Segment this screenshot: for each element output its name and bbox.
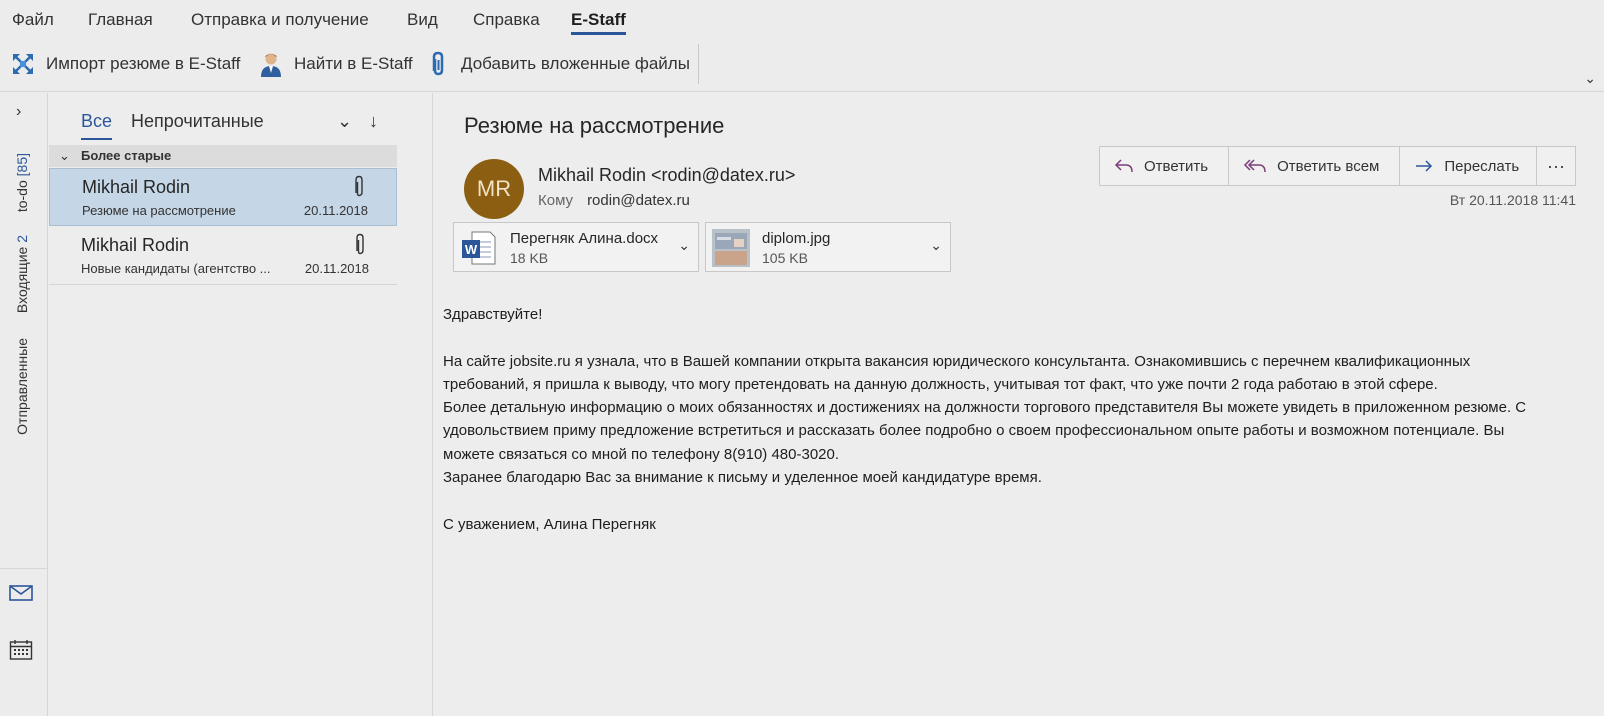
attachment-size: 105 KB [762,250,808,266]
calendar-icon[interactable] [9,639,33,666]
expand-folders-icon[interactable]: › [16,103,21,121]
message-sender: Mikhail Rodin [81,235,190,255]
reply-all-button[interactable]: Ответить всем [1229,147,1401,185]
import-icon [10,51,36,77]
message-actions: Ответить Ответить всем Переслать [1099,146,1541,186]
body-paragraph: Заранее благодарю Вас за внимание к пись… [443,469,1042,487]
ribbon-separator [698,44,699,84]
filter-all-tab[interactable]: Все [81,111,113,140]
tab-send-receive[interactable]: Отправка и получение [191,10,369,30]
group-header-older[interactable]: ⌄ Более старые [49,145,397,167]
to-label: Кому [538,192,574,209]
message-subject: Новые кандидаты (агентство ... [81,261,271,276]
folder-sent-label: Отправленные [14,338,30,435]
collapse-group-icon: ⌄ [59,148,70,163]
attachment-name: Перегняк Алина.docx [510,230,659,247]
folder-inbox-count: 2 [14,235,30,243]
tab-estaff[interactable]: E-Staff [571,10,626,35]
folder-inbox[interactable]: Входящие 2 [14,235,30,313]
folder-todo[interactable]: to-do [85] [14,153,30,212]
add-attachments-button[interactable]: Добавить вложенные файлы [425,48,690,80]
list-divider [49,284,397,285]
forward-label: Переслать [1444,157,1520,175]
filter-unread-tab[interactable]: Непрочитанные [131,111,264,132]
message-list-item[interactable]: Mikhail Rodin Резюме на рассмотрение 20.… [49,168,397,226]
reading-pane: Резюме на рассмотрение MR Mikhail Rodin … [434,93,1604,716]
tab-help[interactable]: Справка [473,10,540,30]
reply-all-label: Ответить всем [1277,157,1380,175]
folder-inbox-label: Входящие [14,246,30,314]
attachment-icon [356,233,364,255]
recipient-address[interactable]: rodin@datex.ru [587,192,690,209]
attachment-menu-icon[interactable]: ⌄ [678,237,690,254]
attachment-menu-icon[interactable]: ⌄ [930,237,942,254]
message-body[interactable]: Здравствуйте! На сайте jobsite.ru я узна… [443,303,1553,536]
person-icon [258,51,284,77]
recipient-line: Кому rodin@datex.ru [538,192,690,209]
image-thumbnail [712,229,750,267]
folder-todo-label: to-do [14,180,30,213]
sender-name[interactable]: Mikhail Rodin <rodin@datex.ru> [538,165,795,186]
filter-dropdown-icon[interactable]: ⌄ [337,111,352,132]
ribbon-collapse-icon[interactable]: ⌄ [1584,70,1596,87]
more-actions-button[interactable]: ··· [1536,146,1576,186]
attachment-name: diplom.jpg [762,230,831,247]
tab-file[interactable]: Файл [12,10,54,30]
group-header-label: Более старые [81,148,172,163]
reply-icon [1114,159,1133,173]
attachment-size: 18 KB [510,250,549,266]
attachment-card[interactable]: W Перегняк Алина.docx 18 KB ⌄ [453,222,699,272]
folder-rail: › to-do [85] Входящие 2 Отправленные [0,93,48,716]
message-date: 20.11.2018 [304,261,369,276]
ribbon-toolbar: Импорт резюме в E-Staff Найти в E-Staff … [0,40,1604,92]
tab-home[interactable]: Главная [88,10,153,30]
word-doc-icon: W [462,231,496,265]
forward-button[interactable]: Переслать [1400,147,1539,185]
body-greeting: Здравствуйте! [443,306,543,323]
import-resume-label: Импорт резюме в E-Staff [46,54,241,73]
reply-button[interactable]: Ответить [1100,147,1230,185]
paperclip-icon [425,51,451,77]
sort-order-icon[interactable]: ↓ [369,111,378,132]
mail-icon[interactable] [9,583,33,608]
import-resume-button[interactable]: Импорт резюме в E-Staff [10,48,240,80]
attachment-card[interactable]: diplom.jpg 105 KB ⌄ [705,222,951,272]
body-paragraph: На сайте jobsite.ru я узнала, что в Ваше… [443,352,1471,393]
folder-sent[interactable]: Отправленные [14,338,30,435]
message-list-pane: Все Непрочитанные ⌄ ↓ ⌄ Более старые Mik… [49,93,433,716]
message-subject: Резюме на рассмотрение [82,203,236,218]
add-attachments-label: Добавить вложенные файлы [461,54,690,73]
message-date: 20.11.2018 [303,203,368,218]
ribbon-tabs: Файл Главная Отправка и получение Вид Сп… [0,0,1604,40]
reply-label: Ответить [1144,157,1209,175]
reply-all-icon [1244,159,1266,173]
message-datetime: Вт 20.11.2018 11:41 [1449,192,1576,208]
message-subject-heading: Резюме на рассмотрение [464,113,725,138]
folder-todo-count: [85] [14,153,30,177]
find-in-estaff-button[interactable]: Найти в E-Staff [258,48,413,80]
avatar[interactable]: MR [464,159,524,219]
body-signature: С уважением, Алина Перегняк [443,515,656,533]
message-sender: Mikhail Rodin [82,177,191,197]
body-paragraph: Более детальную информацию о моих обязан… [443,399,1527,463]
attachment-icon [355,175,363,197]
tab-view[interactable]: Вид [407,10,438,30]
find-in-estaff-label: Найти в E-Staff [294,54,413,73]
svg-text:W: W [465,242,478,257]
forward-icon [1416,160,1433,172]
message-list-item[interactable]: Mikhail Rodin Новые кандидаты (агентство… [49,227,397,285]
rail-divider [0,568,47,569]
list-filter-bar: Все Непрочитанные ⌄ ↓ [49,93,433,141]
